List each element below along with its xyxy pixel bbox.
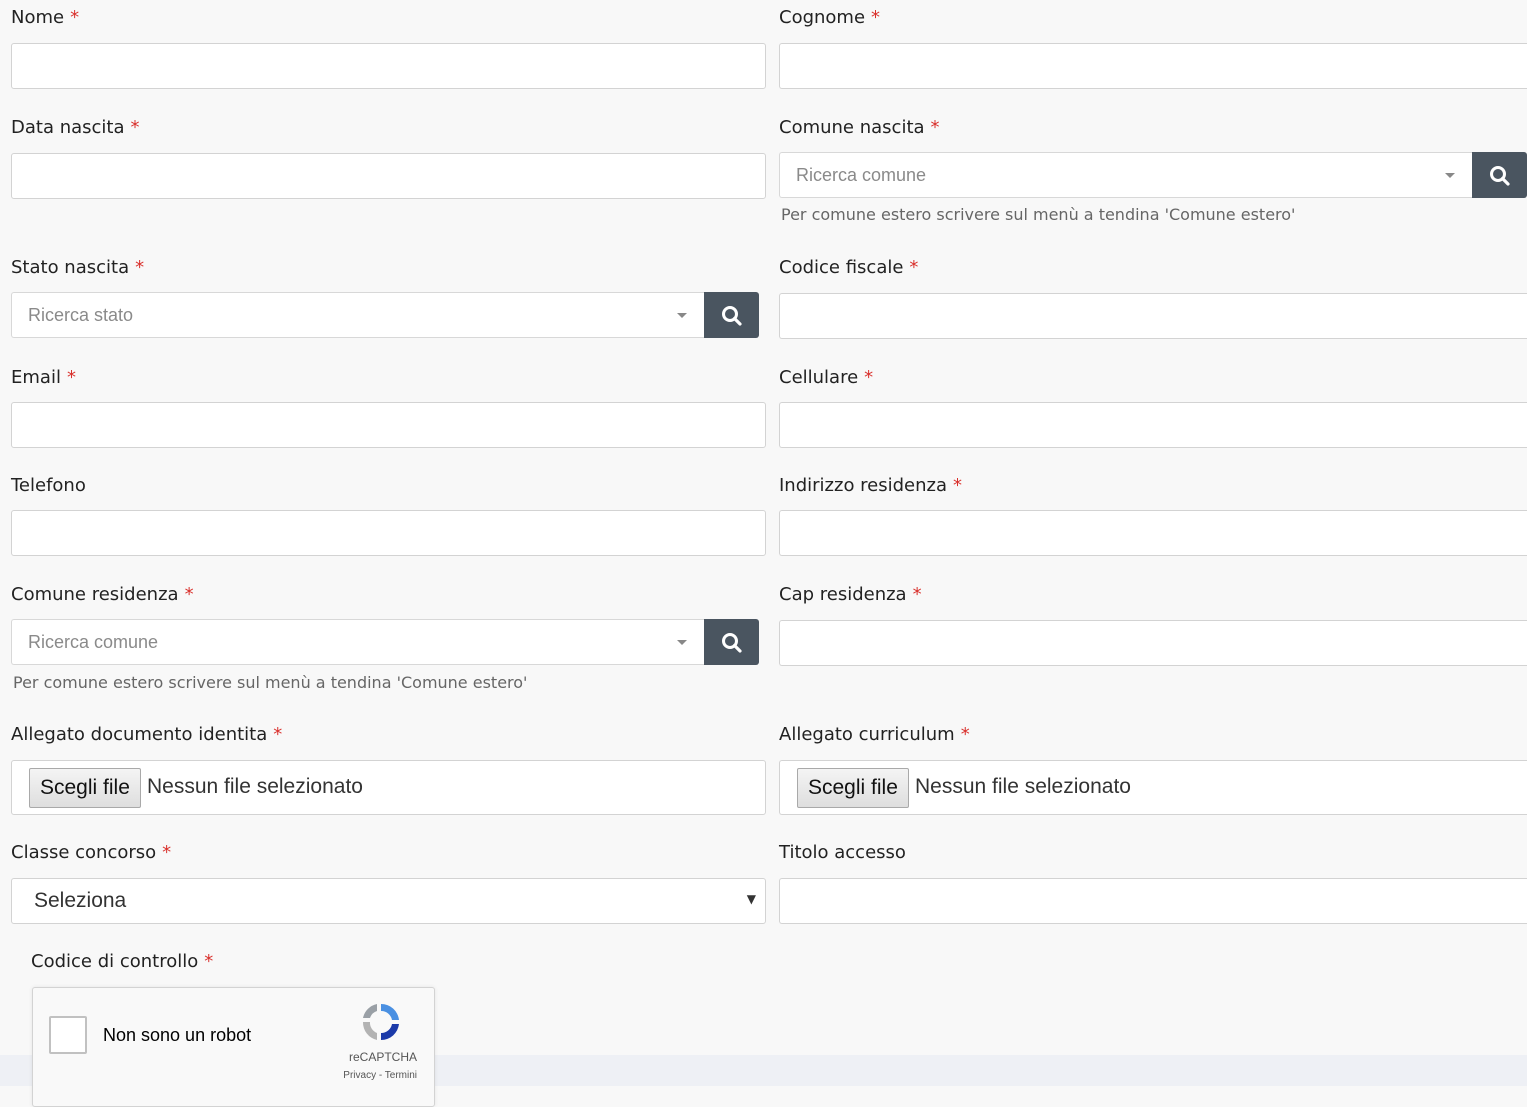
required-marker: * xyxy=(70,7,80,28)
comune-residenza-search-button[interactable] xyxy=(704,619,759,665)
cap-residenza-label: Cap residenza * xyxy=(779,584,922,605)
titolo-accesso-input[interactable] xyxy=(779,878,1527,924)
titolo-accesso-label: Titolo accesso xyxy=(779,842,906,863)
codice-fiscale-label: Codice fiscale * xyxy=(779,257,919,278)
recaptcha-checkbox[interactable] xyxy=(49,1016,87,1054)
allegato-documento-file-input[interactable]: Scegli file Nessun file selezionato xyxy=(11,760,766,815)
comune-residenza-select[interactable]: Ricerca comune xyxy=(11,619,705,665)
indirizzo-residenza-label: Indirizzo residenza * xyxy=(779,475,963,496)
cap-residenza-input[interactable] xyxy=(779,620,1527,666)
choose-file-button[interactable]: Scegli file xyxy=(29,768,141,808)
allegato-curriculum-file-input[interactable]: Scegli file Nessun file selezionato xyxy=(779,760,1527,815)
comune-nascita-select[interactable]: Ricerca comune xyxy=(779,152,1473,198)
recaptcha-widget: Non sono un robot reCAPTCHA Privacy - Te… xyxy=(32,987,435,1107)
codice-controllo-label: Codice di controllo * xyxy=(31,951,214,972)
cellulare-label: Cellulare * xyxy=(779,367,874,388)
stato-nascita-search-button[interactable] xyxy=(704,292,759,338)
search-icon xyxy=(722,306,742,326)
required-marker: * xyxy=(871,7,881,28)
cognome-input[interactable] xyxy=(779,43,1527,89)
data-nascita-label: Data nascita * xyxy=(11,117,140,138)
required-marker: * xyxy=(953,475,963,496)
search-icon xyxy=(722,633,742,653)
required-marker: * xyxy=(184,584,194,605)
required-marker: * xyxy=(162,842,172,863)
nome-label: Nome * xyxy=(11,7,80,28)
required-marker: * xyxy=(864,367,874,388)
cellulare-input[interactable] xyxy=(779,402,1527,448)
required-marker: * xyxy=(960,724,970,745)
required-marker: * xyxy=(930,117,940,138)
file-status-text: Nessun file selezionato xyxy=(915,775,1131,798)
indirizzo-residenza-input[interactable] xyxy=(779,510,1527,556)
required-marker: * xyxy=(130,117,140,138)
comune-nascita-search-button[interactable] xyxy=(1472,152,1527,198)
classe-concorso-label: Classe concorso * xyxy=(11,842,172,863)
codice-fiscale-input[interactable] xyxy=(779,293,1527,339)
stato-nascita-select[interactable]: Ricerca stato xyxy=(11,292,705,338)
required-marker: * xyxy=(273,724,283,745)
allegato-documento-label: Allegato documento identita * xyxy=(11,724,283,745)
required-marker: * xyxy=(135,257,145,278)
file-status-text: Nessun file selezionato xyxy=(147,775,363,798)
recaptcha-logo-icon xyxy=(362,1003,399,1041)
telefono-input[interactable] xyxy=(11,510,766,556)
data-nascita-input[interactable] xyxy=(11,153,766,199)
choose-file-button[interactable]: Scegli file xyxy=(797,768,909,808)
required-marker: * xyxy=(66,367,76,388)
classe-concorso-selected-value: Seleziona xyxy=(34,889,127,912)
email-label: Email * xyxy=(11,367,76,388)
comune-residenza-label: Comune residenza * xyxy=(11,584,194,605)
cognome-label: Cognome * xyxy=(779,7,881,28)
stato-nascita-placeholder: Ricerca stato xyxy=(28,305,134,325)
nome-input[interactable] xyxy=(11,43,766,89)
comune-residenza-help-text: Per comune estero scrivere sul menù a te… xyxy=(13,673,528,692)
required-marker: * xyxy=(912,584,922,605)
recaptcha-privacy-terms-links[interactable]: Privacy - Termini xyxy=(343,1070,417,1081)
search-icon xyxy=(1490,166,1510,186)
comune-residenza-placeholder: Ricerca comune xyxy=(28,632,159,652)
caret-down-icon[interactable] xyxy=(677,640,687,645)
required-marker: * xyxy=(204,951,214,972)
required-marker: * xyxy=(909,257,919,278)
comune-nascita-placeholder: Ricerca comune xyxy=(796,165,927,185)
caret-down-icon[interactable]: ▼ xyxy=(747,892,756,906)
classe-concorso-select[interactable]: Seleziona ▼ xyxy=(11,878,766,924)
recaptcha-checkbox-label: Non sono un robot xyxy=(103,1025,252,1045)
allegato-curriculum-label: Allegato curriculum * xyxy=(779,724,970,745)
comune-nascita-help-text: Per comune estero scrivere sul menù a te… xyxy=(781,205,1296,224)
caret-down-icon[interactable] xyxy=(677,313,687,318)
caret-down-icon[interactable] xyxy=(1445,173,1455,178)
recaptcha-brand: reCAPTCHA xyxy=(348,1050,417,1064)
comune-nascita-label: Comune nascita * xyxy=(779,117,940,138)
email-input[interactable] xyxy=(11,402,766,448)
telefono-label: Telefono xyxy=(11,475,86,496)
stato-nascita-label: Stato nascita * xyxy=(11,257,145,278)
